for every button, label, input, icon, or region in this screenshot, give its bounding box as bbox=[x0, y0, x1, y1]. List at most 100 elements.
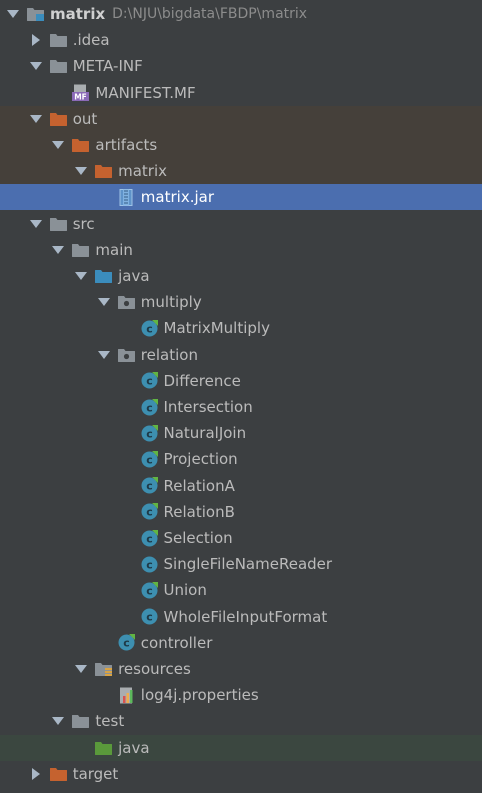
excluded-folder-icon bbox=[95, 163, 113, 180]
tree-row-folder-artifacts-matrix[interactable]: matrix bbox=[0, 158, 482, 185]
chevron-down-icon[interactable] bbox=[51, 243, 65, 257]
tree-row-file-matrix-jar[interactable]: matrix.jar bbox=[0, 184, 482, 211]
tree-row-folder-main[interactable]: main bbox=[0, 237, 482, 263]
tree-row-class-controller[interactable]: c controller bbox=[0, 630, 482, 656]
svg-text:c: c bbox=[146, 427, 153, 440]
test-source-folder-icon bbox=[95, 739, 113, 756]
tree-row-project-root[interactable]: matrix D:\NJU\bigdata\FBDP\matrix bbox=[0, 1, 482, 27]
tree-item-label: Projection bbox=[163, 450, 238, 469]
svg-text:c: c bbox=[146, 506, 153, 519]
java-class-icon: c bbox=[141, 424, 158, 442]
java-class-plain-icon: c bbox=[141, 608, 158, 625]
java-class-icon: c bbox=[141, 503, 158, 520]
tree-item-label: test bbox=[95, 712, 125, 731]
tree-item-label: Selection bbox=[163, 529, 233, 547]
svg-text:c: c bbox=[146, 480, 153, 493]
svg-text:c: c bbox=[146, 453, 153, 466]
tree-item-label: multiply bbox=[140, 293, 202, 312]
package-icon bbox=[117, 346, 135, 363]
tree-row-class-singlefilenamereader[interactable]: c SingleFileNameReader bbox=[0, 551, 482, 577]
manifest-file-icon: MF bbox=[72, 84, 90, 102]
chevron-right-icon[interactable] bbox=[29, 33, 43, 47]
excluded-folder-icon bbox=[72, 137, 90, 154]
tree-row-folder-artifacts[interactable]: artifacts bbox=[0, 132, 482, 158]
tree-row-package-relation[interactable]: relation bbox=[0, 342, 482, 368]
tree-item-label: log4j.properties bbox=[140, 686, 259, 705]
folder-icon bbox=[49, 58, 67, 75]
svg-text:c: c bbox=[146, 532, 153, 545]
chevron-right-icon[interactable] bbox=[29, 767, 43, 781]
chevron-down-icon[interactable] bbox=[6, 7, 20, 21]
tree-row-class-intersection[interactable]: c Intersection bbox=[0, 394, 482, 420]
chevron-down-icon[interactable] bbox=[74, 269, 88, 283]
chevron-down-icon[interactable] bbox=[29, 112, 43, 126]
java-class-icon: c bbox=[141, 477, 158, 494]
tree-row-file-log4j-properties[interactable]: log4j.properties bbox=[0, 682, 482, 708]
tree-row-class-selection[interactable]: c Selection bbox=[0, 525, 482, 551]
tree-item-label: controller bbox=[140, 633, 213, 652]
excluded-folder-icon bbox=[49, 110, 67, 127]
tree-item-label: matrix bbox=[50, 5, 106, 23]
tree-item-label: artifacts bbox=[95, 136, 158, 154]
java-class-plain-icon: c bbox=[141, 556, 158, 573]
tree-row-class-relationa[interactable]: c RelationA bbox=[0, 473, 482, 499]
tree-row-folder-test-java[interactable]: java bbox=[0, 734, 482, 761]
properties-file-icon bbox=[118, 687, 135, 704]
tree-row-folder-test[interactable]: test bbox=[0, 708, 482, 734]
excluded-folder-icon bbox=[49, 765, 67, 782]
tree-item-label: src bbox=[72, 214, 95, 233]
tree-row-class-relationb[interactable]: c RelationB bbox=[0, 499, 482, 525]
chevron-down-icon[interactable] bbox=[51, 714, 65, 728]
chevron-down-icon[interactable] bbox=[97, 348, 111, 362]
chevron-down-icon[interactable] bbox=[74, 164, 88, 178]
tree-row-folder-out[interactable]: out bbox=[0, 105, 482, 132]
tree-row-folder-idea[interactable]: .idea bbox=[0, 27, 482, 53]
jar-file-icon bbox=[118, 188, 135, 206]
tree-item-label: MANIFEST.MF bbox=[95, 83, 196, 102]
package-icon bbox=[117, 294, 135, 311]
svg-text:c: c bbox=[146, 611, 153, 624]
tree-row-file-manifest[interactable]: MF MANIFEST.MF bbox=[0, 80, 482, 106]
source-folder-icon bbox=[95, 268, 113, 285]
tree-item-label: java bbox=[118, 267, 150, 285]
tree-row-class-projection[interactable]: c Projection bbox=[0, 446, 482, 472]
tree-row-class-naturaljoin[interactable]: c NaturalJoin bbox=[0, 420, 482, 446]
chevron-down-icon[interactable] bbox=[51, 138, 65, 152]
tree-item-label: Difference bbox=[163, 371, 241, 390]
tree-row-folder-target[interactable]: target bbox=[0, 761, 482, 787]
chevron-down-icon[interactable] bbox=[29, 217, 43, 231]
chevron-down-icon[interactable] bbox=[97, 295, 111, 309]
folder-icon bbox=[49, 215, 67, 232]
chevron-down-icon[interactable] bbox=[74, 662, 88, 676]
tree-item-label: RelationA bbox=[163, 476, 235, 495]
tree-item-label: WholeFileInputFormat bbox=[163, 607, 328, 626]
svg-text:c: c bbox=[123, 637, 130, 650]
tree-row-class-difference[interactable]: c Difference bbox=[0, 368, 482, 394]
tree-item-label: out bbox=[72, 109, 98, 128]
tree-row-class-matrixmultiply[interactable]: c MatrixMultiply bbox=[0, 315, 482, 341]
tree-item-label: Union bbox=[163, 581, 207, 600]
svg-text:c: c bbox=[146, 401, 153, 414]
svg-text:c: c bbox=[146, 375, 153, 388]
tree-item-label: relation bbox=[140, 345, 198, 364]
tree-row-folder-meta-inf[interactable]: META-INF bbox=[0, 53, 482, 79]
folder-icon bbox=[72, 713, 90, 730]
tree-row-folder-main-java[interactable]: java bbox=[0, 263, 482, 289]
tree-row-folder-src[interactable]: src bbox=[0, 211, 482, 237]
tree-row-package-multiply[interactable]: multiply bbox=[0, 289, 482, 315]
svg-text:c: c bbox=[146, 584, 153, 597]
chevron-down-icon[interactable] bbox=[29, 59, 43, 73]
java-class-icon: c bbox=[141, 581, 158, 599]
tree-item-label: RelationB bbox=[163, 502, 235, 521]
folder-icon bbox=[72, 241, 90, 258]
svg-text:MF: MF bbox=[75, 93, 88, 102]
java-class-icon: c bbox=[141, 372, 158, 389]
project-tree: matrix D:\NJU\bigdata\FBDP\matrix .idea MET… bbox=[0, 0, 482, 793]
tree-row-class-union[interactable]: c Union bbox=[0, 577, 482, 603]
tree-row-folder-resources[interactable]: resources bbox=[0, 656, 482, 682]
tree-item-label: Intersection bbox=[163, 398, 253, 416]
tree-row-class-wholefileinputformat[interactable]: c WholeFileInputFormat bbox=[0, 604, 482, 630]
tree-item-label: resources bbox=[118, 660, 191, 678]
module-folder-icon bbox=[27, 6, 44, 23]
tree-item-label: matrix bbox=[118, 162, 167, 181]
